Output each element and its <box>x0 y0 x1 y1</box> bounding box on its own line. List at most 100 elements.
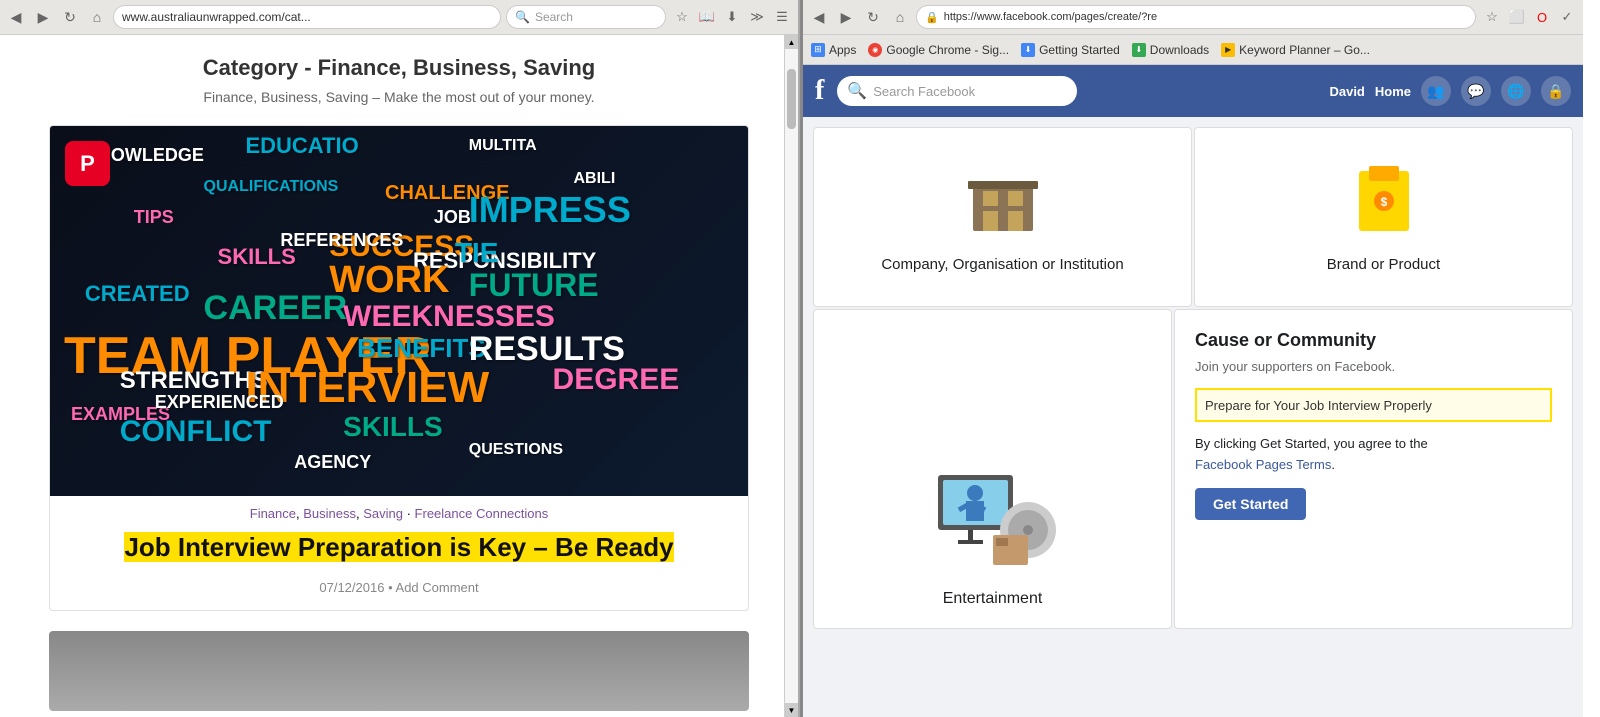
scroll-up-btn[interactable]: ▲ <box>785 35 798 49</box>
word-cloud-word: SKILLS <box>343 411 443 443</box>
right-extensions-icon[interactable]: ⬜ <box>1506 6 1528 28</box>
scroll-track <box>785 49 798 703</box>
word-cloud-word: TIPS <box>134 207 174 228</box>
company-icon <box>963 161 1043 241</box>
cause-input[interactable] <box>1195 388 1552 422</box>
bookmark-downloads[interactable]: ⬇ Downloads <box>1132 43 1209 57</box>
right-check-icon[interactable]: ✓ <box>1556 6 1578 28</box>
article-date: 07/12/2016 <box>319 580 384 595</box>
window-divider <box>800 0 803 717</box>
started-favicon: ⬇ <box>1021 43 1035 57</box>
downloads-favicon: ⬇ <box>1132 43 1146 57</box>
tag-business[interactable]: Business <box>303 506 356 521</box>
bookmark-apps[interactable]: ⊞ Apps <box>811 43 856 57</box>
right-bookmarks-bar: ⊞ Apps ◉ Google Chrome - Sig... ⬇ Gettin… <box>803 35 1583 65</box>
chrome-favicon: ◉ <box>868 43 882 57</box>
more-icon[interactable]: ≫ <box>746 6 768 28</box>
scroll-down-btn[interactable]: ▼ <box>785 703 798 717</box>
get-started-label: Get Started <box>1213 496 1288 512</box>
word-cloud-word: QUALIFICATIONS <box>204 178 339 196</box>
right-refresh-button[interactable]: ↻ <box>862 6 884 28</box>
fb-navbar: f 🔍 Search Facebook David Home 👥 💬 🌐 🔒 <box>803 65 1583 117</box>
terms-link-text: Facebook Pages Terms <box>1195 457 1331 472</box>
right-home-button[interactable]: ⌂ <box>889 6 911 28</box>
cause-section: Cause or Community Join your supporters … <box>1174 309 1573 629</box>
right-browser: ◀ ▶ ↻ ⌂ 🔒 https://www.facebook.com/pages… <box>803 0 1583 717</box>
word-cloud-word: CAREER <box>204 289 348 328</box>
fb-globe-icon[interactable]: 🌐 <box>1501 76 1531 106</box>
pinterest-badge: P <box>65 141 110 186</box>
pocket-icon[interactable]: ⬇ <box>721 6 743 28</box>
word-cloud-word: WORK <box>329 259 449 302</box>
tag-saving[interactable]: Saving <box>363 506 403 521</box>
fb-messages-icon[interactable]: 💬 <box>1461 76 1491 106</box>
star-icon[interactable]: ☆ <box>671 6 693 28</box>
downloads-label: Downloads <box>1150 43 1209 57</box>
right-star-icon[interactable]: ☆ <box>1481 6 1503 28</box>
entertainment-label: Entertainment <box>943 590 1043 608</box>
article-title[interactable]: Job Interview Preparation is Key – Be Re… <box>124 532 673 562</box>
word-cloud-word: IMPRESS <box>469 189 631 231</box>
home-button[interactable]: ⌂ <box>86 6 108 28</box>
bookmark-getting-started[interactable]: ⬇ Getting Started <box>1021 43 1120 57</box>
bookmark-icon[interactable]: 📖 <box>696 6 718 28</box>
address-text: www.australiaunwrapped.com/cat... <box>122 10 311 24</box>
left-toolbar: ◀ ▶ ↻ ⌂ www.australiaunwrapped.com/cat..… <box>0 0 798 35</box>
cause-subtitle: Join your supporters on Facebook. <box>1195 359 1552 374</box>
bookmark-keyword[interactable]: ▶ Keyword Planner – Go... <box>1221 43 1370 57</box>
word-cloud-word: EXPERIENCED <box>155 392 284 413</box>
bookmark-chrome[interactable]: ◉ Google Chrome - Sig... <box>868 43 1009 57</box>
article-image: P KNOWLEDGEEDUCATIOMULTITATIPSCHALLENGEA… <box>50 126 748 496</box>
word-cloud-word: EDUCATIO <box>245 133 358 159</box>
search-input[interactable]: 🔍 Search <box>506 5 666 29</box>
forward-button[interactable]: ▶ <box>32 6 54 28</box>
fb-search-icon: 🔍 <box>847 81 867 101</box>
scroll-thumb[interactable] <box>787 69 796 129</box>
entertainment-icon <box>928 455 1058 575</box>
refresh-button[interactable]: ↻ <box>59 6 81 28</box>
right-address-bar[interactable]: 🔒 https://www.facebook.com/pages/create/… <box>916 5 1476 29</box>
right-toolbar: ◀ ▶ ↻ ⌂ 🔒 https://www.facebook.com/pages… <box>803 0 1583 35</box>
fb-top-row: Company, Organisation or Institution $ B… <box>813 127 1573 307</box>
get-started-button[interactable]: Get Started <box>1195 488 1306 520</box>
word-cloud-word: CREATED <box>85 281 190 307</box>
article-title-wrapper: Job Interview Preparation is Key – Be Re… <box>50 526 748 575</box>
right-back-button[interactable]: ◀ <box>808 6 830 28</box>
keyword-label: Keyword Planner – Go... <box>1239 43 1370 57</box>
word-cloud-word: DEGREE <box>553 363 680 397</box>
tag-freelance[interactable]: Freelance Connections <box>415 506 549 521</box>
word-cloud-word: AGENCY <box>294 452 371 473</box>
svg-text:$: $ <box>1380 195 1387 209</box>
word-cloud-word: MULTITA <box>469 137 537 155</box>
brand-card[interactable]: $ Brand or Product <box>1194 127 1573 307</box>
fb-user-name[interactable]: David <box>1329 84 1364 99</box>
lock-icon: 🔒 <box>925 11 939 24</box>
fb-search-box[interactable]: 🔍 Search Facebook <box>837 76 1077 106</box>
menu-icon[interactable]: ☰ <box>771 6 793 28</box>
getting-started-label: Getting Started <box>1039 43 1120 57</box>
right-opera-icon[interactable]: O <box>1531 6 1553 28</box>
fb-home-btn[interactable]: Home <box>1375 84 1411 99</box>
terms-text: By clicking Get Started, you agree to th… <box>1195 436 1428 451</box>
back-button[interactable]: ◀ <box>5 6 27 28</box>
address-bar[interactable]: www.australiaunwrapped.com/cat... <box>113 5 501 29</box>
add-comment-link[interactable]: Add Comment <box>396 580 479 595</box>
tag-finance[interactable]: Finance <box>250 506 296 521</box>
facebook-pages-terms-link[interactable]: Facebook Pages Terms <box>1195 457 1331 472</box>
fb-friends-icon[interactable]: 👥 <box>1421 76 1451 106</box>
fb-nav-right: David Home 👥 💬 🌐 🔒 <box>1329 76 1571 106</box>
right-toolbar-icons: ☆ ⬜ O ✓ <box>1481 6 1578 28</box>
fb-search-placeholder: Search Facebook <box>873 84 1067 99</box>
company-card[interactable]: Company, Organisation or Institution <box>813 127 1192 307</box>
page-container: Category - Finance, Business, Saving Fin… <box>29 35 769 717</box>
page-subtitle: Finance, Business, Saving – Make the mos… <box>49 89 749 105</box>
fb-lock-icon[interactable]: 🔒 <box>1541 76 1571 106</box>
right-forward-button[interactable]: ▶ <box>835 6 857 28</box>
cause-title: Cause or Community <box>1195 330 1552 351</box>
brand-label: Brand or Product <box>1327 256 1440 273</box>
company-label: Company, Organisation or Institution <box>881 256 1123 273</box>
entertainment-card[interactable]: Entertainment <box>813 309 1172 629</box>
article-tags: Finance, Business, Saving · Freelance Co… <box>50 496 748 526</box>
article-meta: 07/12/2016 • Add Comment <box>50 575 748 610</box>
right-address-text: https://www.facebook.com/pages/create/?r… <box>944 11 1157 23</box>
